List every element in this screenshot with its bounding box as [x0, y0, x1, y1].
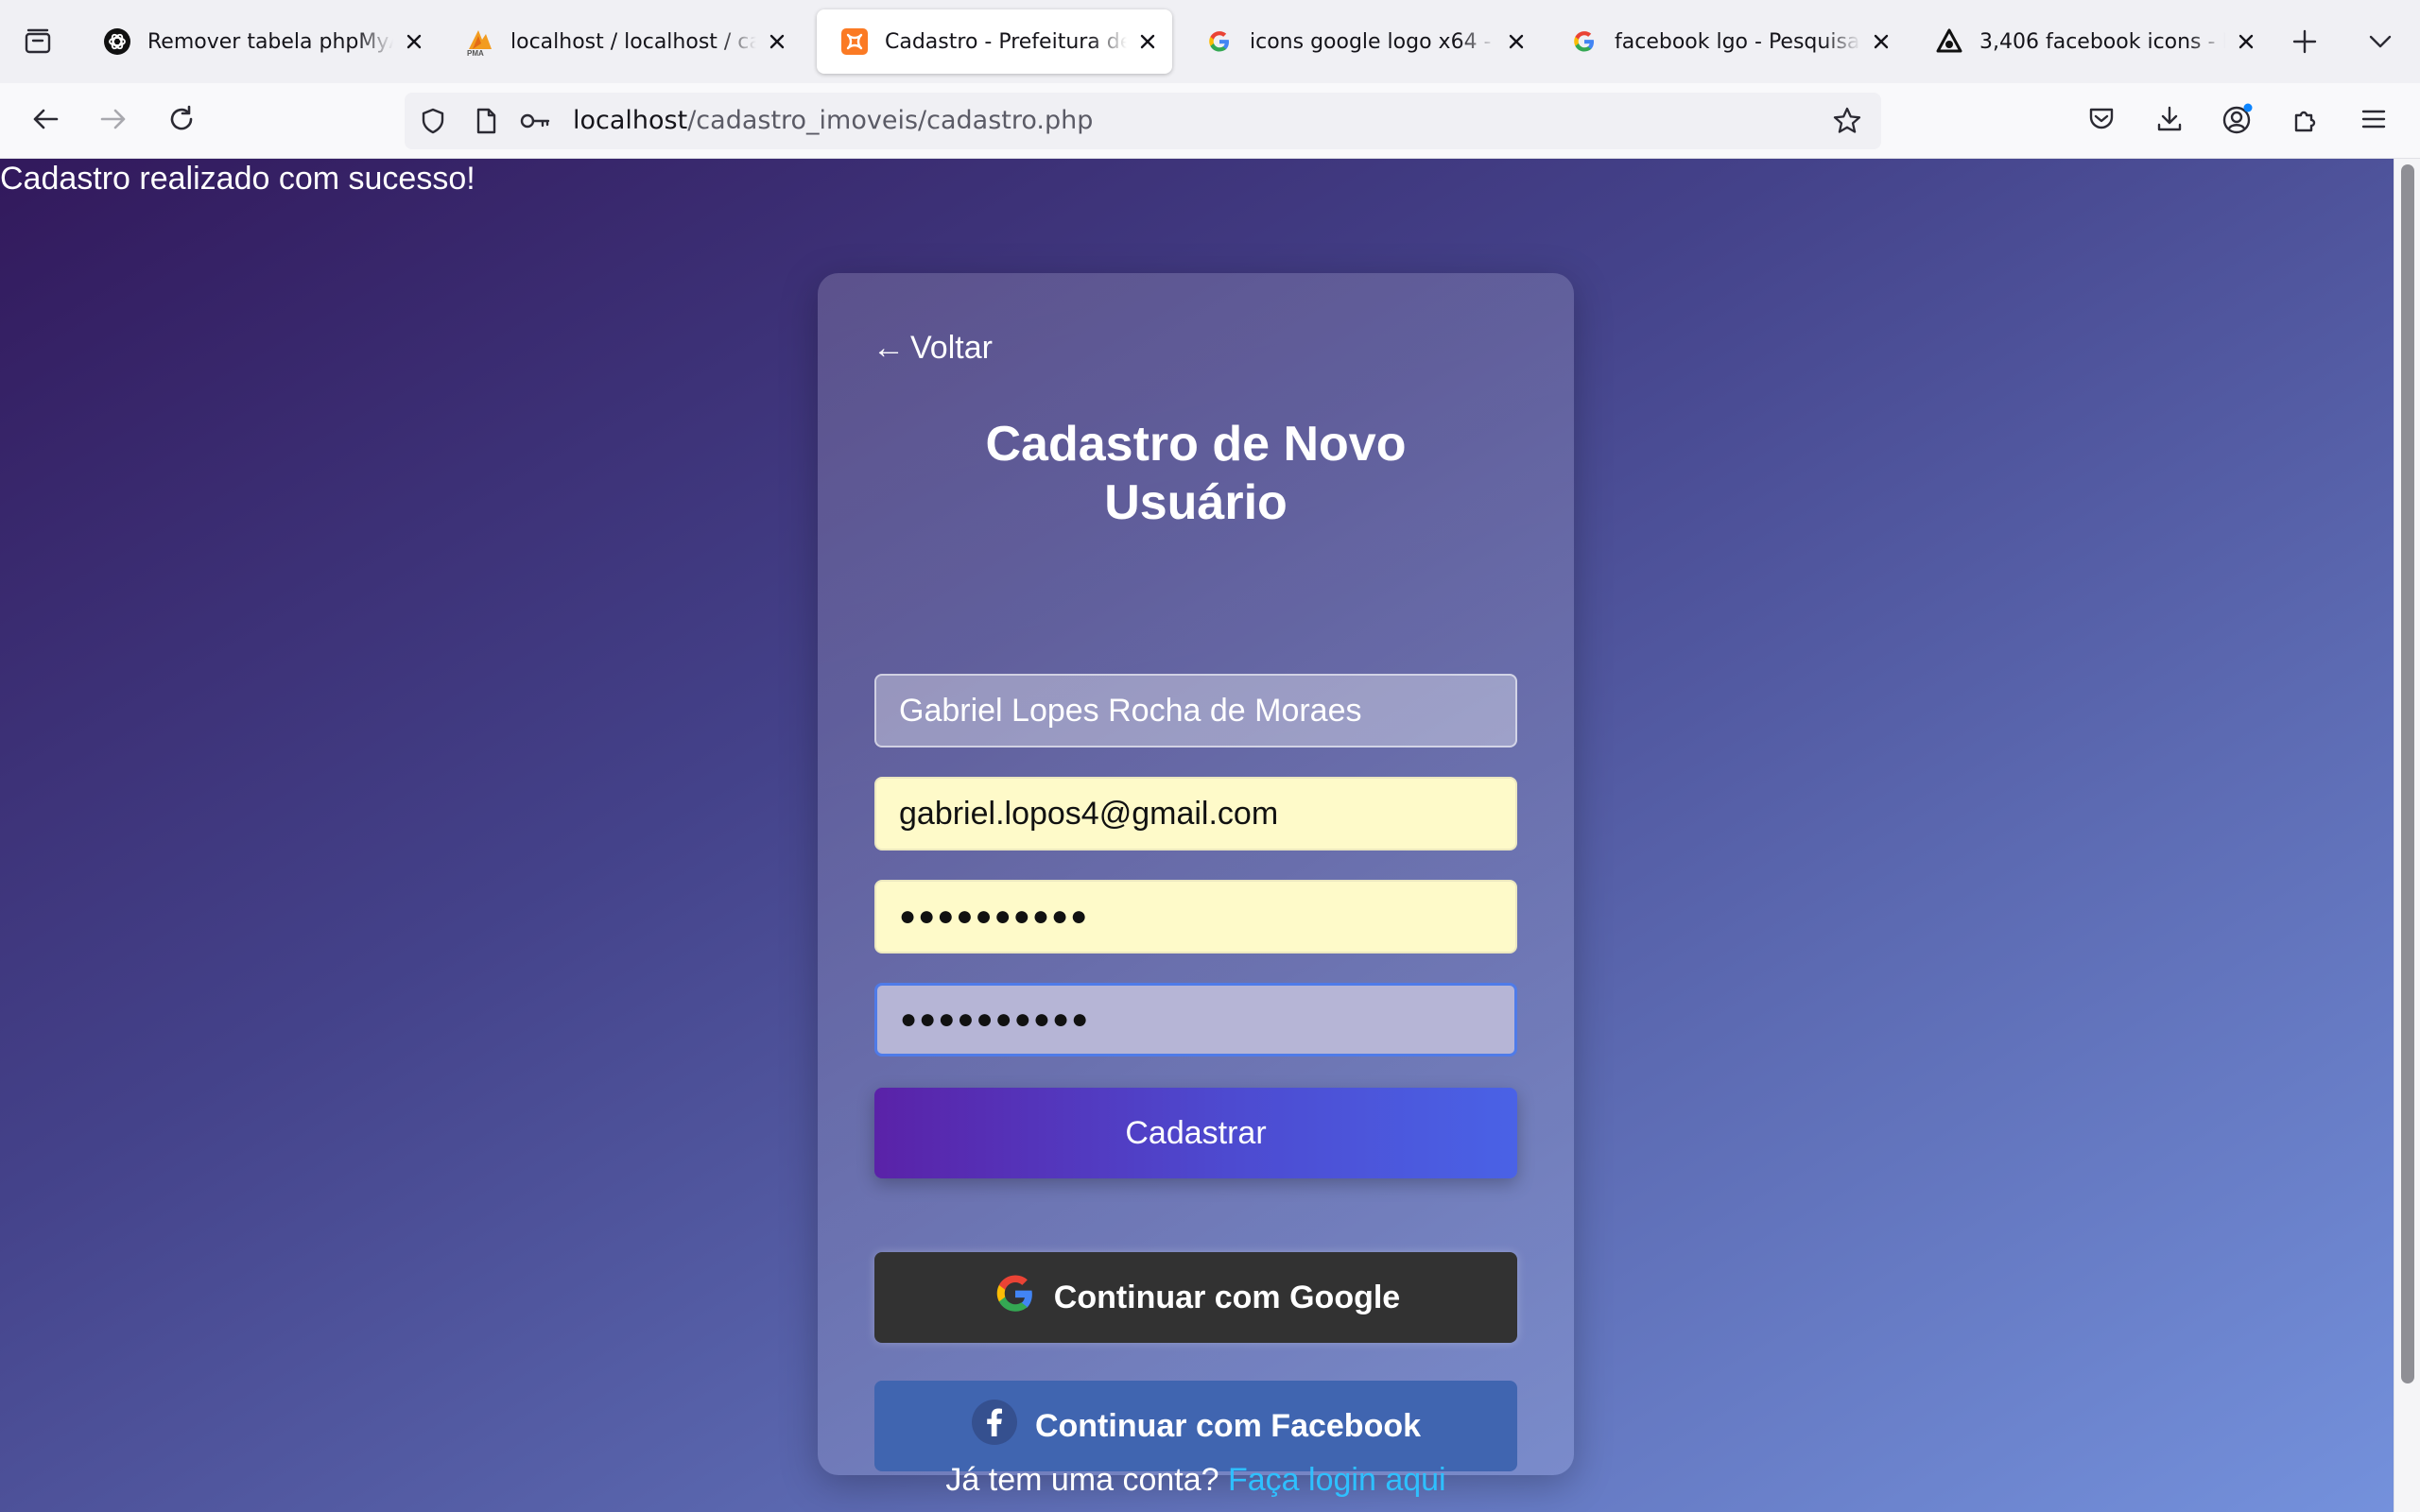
chevron-down-icon [2367, 28, 2394, 59]
scrollbar-thumb[interactable] [2401, 164, 2414, 1383]
success-message: Cadastro realizado com sucesso! [0, 161, 475, 197]
tab-title: 3,406 facebook icons - Icons [1979, 29, 2225, 54]
arrow-right-icon [98, 104, 129, 138]
pocket-icon [2086, 104, 2117, 138]
tab-close-icon[interactable] [1503, 28, 1530, 55]
back-link[interactable]: ← Voltar [873, 330, 993, 367]
login-prompt-line: Já tem uma conta? Faça login aqui [818, 1462, 1574, 1499]
hamburger-menu-icon [2360, 105, 2388, 137]
facebook-icon [971, 1399, 1018, 1454]
url-text[interactable]: localhost/cadastro_imoveis/cadastro.php [573, 93, 1093, 149]
page-content: Cadastro realizado com sucesso! ← Voltar… [0, 159, 2394, 1512]
phpmyadmin-icon: PMA [465, 26, 495, 57]
navigation-toolbar: localhost/cadastro_imoveis/cadastro.php [0, 83, 2420, 159]
reload-icon [166, 104, 197, 138]
back-button[interactable] [23, 98, 68, 144]
page-icon[interactable] [469, 104, 503, 138]
shield-icon[interactable] [416, 104, 450, 138]
xampp-icon [839, 26, 870, 57]
title-line-1: Cadastro de Novo [985, 417, 1407, 472]
password-field[interactable] [874, 880, 1517, 954]
google-icon [1569, 26, 1599, 57]
bookmark-star-icon[interactable] [1830, 104, 1864, 138]
email-field[interactable] [874, 777, 1517, 850]
login-link[interactable]: Faça login aqui [1228, 1462, 1446, 1498]
account-button[interactable] [2215, 98, 2260, 144]
google-login-label: Continuar com Google [1053, 1279, 1401, 1315]
tab-close-icon[interactable] [764, 28, 790, 55]
downloads-button[interactable] [2147, 98, 2192, 144]
pocket-button[interactable] [2079, 98, 2124, 144]
url-bar[interactable]: localhost/cadastro_imoveis/cadastro.php [405, 93, 1881, 149]
download-icon [2154, 104, 2185, 138]
tab-bar: Remover tabela phpMyAdmin PMA localhost … [0, 0, 2420, 83]
tab-cadastro[interactable]: Cadastro - Prefeitura de São [817, 9, 1172, 74]
tab-title: Cadastro - Prefeitura de São [885, 29, 1127, 54]
forward-button[interactable] [91, 98, 136, 144]
name-field[interactable] [874, 674, 1517, 747]
extensions-button[interactable] [2283, 98, 2328, 144]
tab-title: localhost / localhost / cadastro [510, 29, 756, 54]
openai-icon [102, 26, 132, 57]
tab-facebook-icons[interactable]: 3,406 facebook icons - Icons [1911, 9, 2271, 74]
menu-button[interactable] [2351, 98, 2396, 144]
back-arrow: ← [873, 330, 905, 366]
google-icon [992, 1270, 1039, 1326]
facebook-login-label: Continuar com Facebook [1034, 1407, 1422, 1444]
facebook-login-button[interactable]: Continuar com Facebook [874, 1381, 1517, 1471]
tab-overview-icon [23, 26, 53, 60]
tab-google-icons[interactable]: icons google logo x64 - Pesquisa [1182, 9, 1541, 74]
key-icon[interactable] [518, 104, 552, 138]
puzzle-icon [2290, 104, 2321, 138]
page-scrollbar[interactable] [2394, 159, 2420, 1512]
page-title: Cadastro de Novo Usuário [818, 415, 1574, 532]
tab-close-icon[interactable] [401, 28, 427, 55]
plus-icon [2291, 28, 2318, 59]
tab-title: facebook lgo - Pesquisa Google [1615, 29, 1860, 54]
tab-remover-tabela[interactable]: Remover tabela phpMyAdmin [79, 9, 439, 74]
signup-card: ← Voltar Cadastro de Novo Usuário Cadast… [818, 273, 1574, 1498]
tab-title: Remover tabela phpMyAdmin [147, 29, 393, 54]
back-label: Voltar [910, 330, 993, 366]
url-host: localhost [573, 106, 688, 135]
reload-button[interactable] [159, 98, 204, 144]
title-line-2: Usuário [1104, 475, 1288, 530]
tab-overview-button[interactable] [15, 21, 60, 66]
arrow-left-icon [30, 104, 60, 138]
tab-facebook-lgo[interactable]: facebook lgo - Pesquisa Google [1547, 9, 1906, 74]
tab-close-icon[interactable] [1868, 28, 1894, 55]
svg-text:PMA: PMA [467, 49, 484, 57]
login-prompt-text: Já tem uma conta? [945, 1462, 1219, 1498]
account-icon [2221, 102, 2255, 140]
tab-phpmyadmin[interactable]: PMA localhost / localhost / cadastro [442, 9, 802, 74]
new-tab-button[interactable] [2282, 21, 2327, 66]
list-all-tabs-button[interactable] [2358, 21, 2403, 66]
tab-close-icon[interactable] [1134, 28, 1161, 55]
url-path: /cadastro_imoveis/cadastro.php [687, 106, 1094, 135]
tab-close-icon[interactable] [2233, 28, 2259, 55]
tab-title: icons google logo x64 - Pesquisa [1250, 29, 1495, 54]
google-login-button[interactable]: Continuar com Google [874, 1252, 1517, 1343]
google-icon [1204, 26, 1235, 57]
iconscout-icon [1934, 26, 1964, 57]
confirm-password-field[interactable] [874, 983, 1517, 1057]
submit-button[interactable]: Cadastrar [874, 1088, 1517, 1178]
